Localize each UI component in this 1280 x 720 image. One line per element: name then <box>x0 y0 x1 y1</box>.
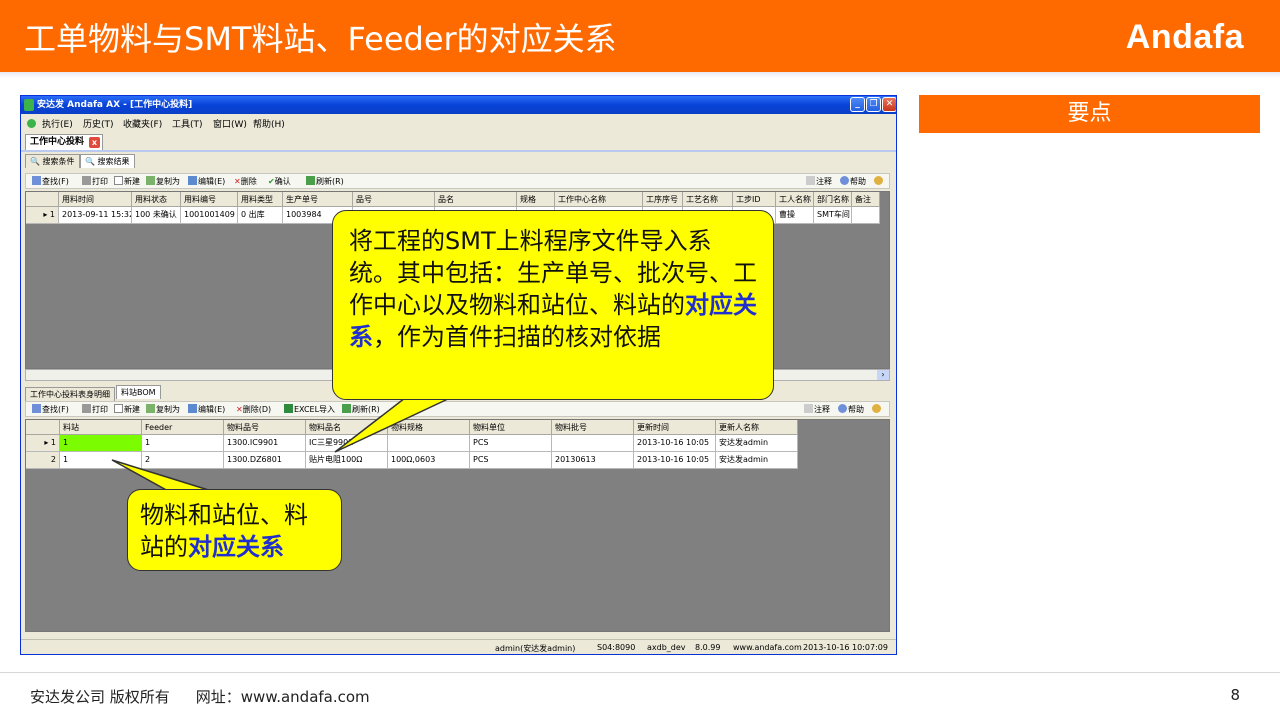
top-callout-pointer <box>334 397 451 453</box>
page-number: 8 <box>1230 686 1240 704</box>
slide: 工单物料与SMT料站、Feeder的对应关系 Andafa 要点 安达发 And… <box>0 0 1280 720</box>
callout-station-mapping: 物料和站位、料站的对应关系 <box>127 489 342 571</box>
callout-bottom-highlight: 对应关系 <box>188 533 284 561</box>
callout-top-text-end: ，作为首件扫描的核对依据 <box>373 323 661 351</box>
bottom-callout-pointer <box>111 459 216 493</box>
footer-website: 网址：www.andafa.com <box>195 688 370 706</box>
callout-import-program: 将工程的SMT上料程序文件导入系统。其中包括：生产单号、批次号、工作中心以及物料… <box>332 210 774 400</box>
footer-text: 安达发公司 版权所有 网址：www.andafa.com <box>30 686 396 707</box>
footer-divider <box>0 672 1280 673</box>
footer-copyright: 安达发公司 版权所有 <box>30 688 170 706</box>
